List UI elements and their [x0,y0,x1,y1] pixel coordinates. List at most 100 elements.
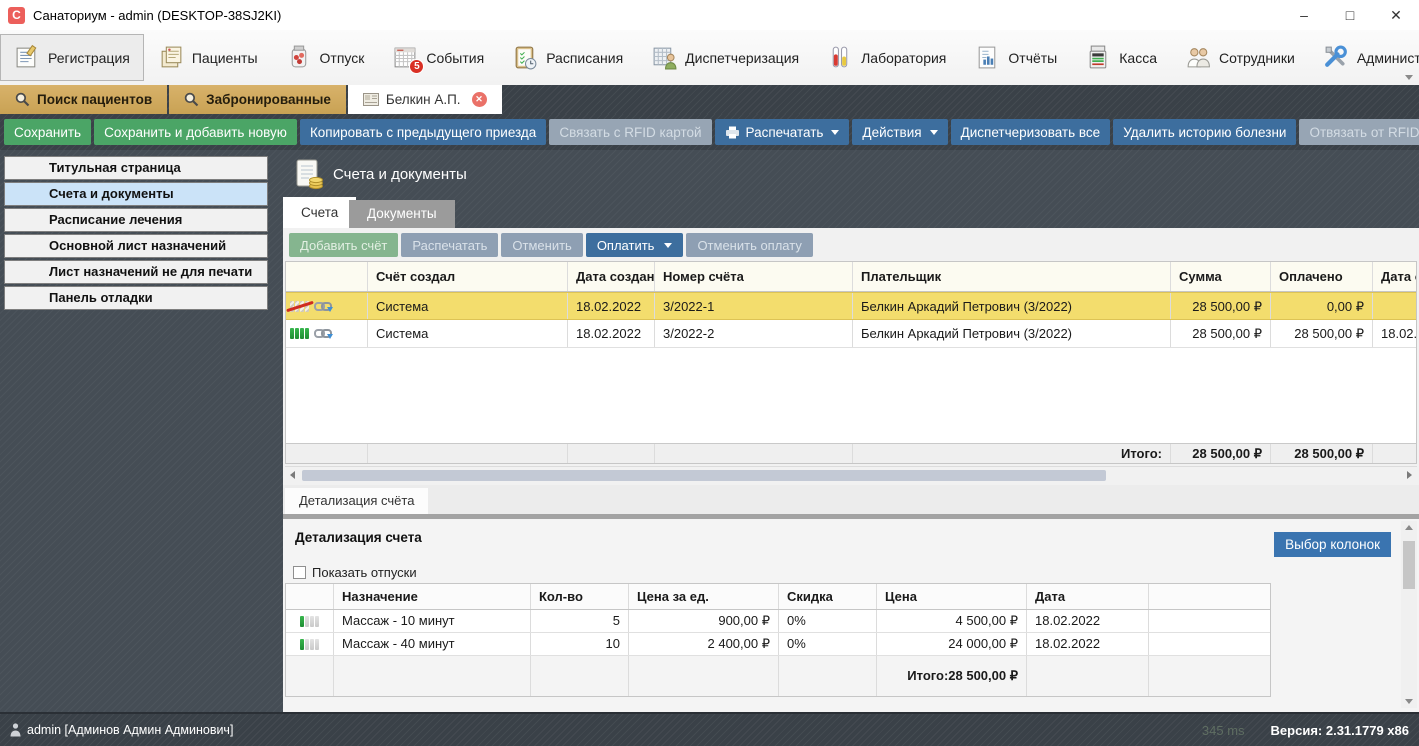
table-row[interactable]: Система 18.02.2022 3/2022-2 Белкин Аркад… [286,320,1416,348]
toolbar-item-patients[interactable]: Пациенты [144,34,272,81]
report-chart-icon [974,44,1001,71]
print-dropdown-button[interactable]: Распечатать [714,119,850,145]
show-vacations-checkbox-row[interactable]: Показать отпуски [293,565,417,580]
version-label: Версия: 2.31.1779 x86 [1270,722,1409,738]
scrollbar-track[interactable] [300,467,1402,483]
button-label: Связать с RFID картой [559,124,702,140]
scroll-up-icon[interactable] [1405,525,1413,530]
patient-card-icon [362,93,379,106]
copy-previous-visit-button[interactable]: Копировать с предыдущего приезда [299,119,547,145]
vertical-scrollbar[interactable] [1401,521,1417,708]
toolbar-item-laboratory[interactable]: Лаборатория [813,34,960,81]
toolbar-item-events[interactable]: 5 События [378,34,498,81]
delete-history-button[interactable]: Удалить историю болезни [1113,119,1297,145]
toolbar-item-vacation[interactable]: Отпуск [272,34,379,81]
cell-price: 4 500,00 ₽ [877,610,1027,632]
tab-patient-belkin[interactable]: Белкин А.П. ✕ [347,85,502,114]
toolbar-item-registration[interactable]: Регистрация [0,34,144,81]
cash-register-icon [1085,44,1112,71]
sidebar-item-title-page[interactable]: Титульная страница [4,156,268,180]
header-created-date[interactable]: Дата создани [568,262,655,291]
unlink-rfid-button: Отвязать от RFID-карты [1299,119,1419,145]
cell-qty: 5 [531,610,629,632]
button-label: Отвязать от RFID-карты [1309,124,1419,140]
events-badge: 5 [409,59,425,74]
sidebar-item-invoices[interactable]: Счета и документы [4,182,268,206]
toolbar-item-label: Регистрация [48,49,130,66]
actions-dropdown-button[interactable]: Действия [852,119,948,145]
cell-paid-date [1373,293,1416,319]
header-paid[interactable]: Оплачено [1271,262,1373,291]
horizontal-scrollbar[interactable] [285,466,1417,483]
cell-date: 18.02.2022 [1027,610,1149,632]
cell-paid: 0,00 ₽ [1271,293,1373,319]
header-number[interactable]: Номер счёта [655,262,853,291]
toolbar-item-dispatch[interactable]: Диспетчеризация [637,34,813,81]
toolbar-item-administration[interactable]: Администрирование [1309,34,1419,81]
button-label: Сохранить и добавить новую [104,124,287,140]
tab-invoice-details[interactable]: Детализация счёта [285,488,429,514]
header-unit-price[interactable]: Цена за ед. [629,584,779,609]
header-status[interactable] [286,262,368,291]
cell-sum: 28 500,00 ₽ [1171,293,1271,319]
minimize-button[interactable]: – [1281,0,1327,30]
cell-discount: 0% [779,633,877,655]
test-tubes-icon [827,44,854,71]
title-bar: C Санаториум - admin (DESKTOP-38SJ2KI) –… [0,0,1419,30]
tab-patient-search[interactable]: Поиск пациентов [0,85,168,114]
checkbox-unchecked-icon[interactable] [293,566,306,579]
detail-row[interactable]: Массаж - 40 минут 10 2 400,00 ₽ 0% 24 00… [286,633,1270,656]
sidebar: Титульная страница Счета и документы Рас… [4,156,268,312]
save-and-add-button[interactable]: Сохранить и добавить новую [94,119,297,145]
toolbar-item-label: Диспетчеризация [685,49,800,66]
header-sum[interactable]: Сумма [1171,262,1271,291]
window-title: Санаториум - admin (DESKTOP-38SJ2KI) [33,7,282,23]
scroll-left-icon[interactable] [290,471,295,479]
cell-unit-price: 900,00 ₽ [629,610,779,632]
sidebar-item-treatment-schedule[interactable]: Расписание лечения [4,208,268,232]
cell-price: 24 000,00 ₽ [877,633,1027,655]
button-label: Отменить [512,237,572,253]
sidebar-item-debug-panel[interactable]: Панель отладки [4,286,268,310]
sidebar-item-main-prescription-sheet[interactable]: Основной лист назначений [4,234,268,258]
toolbar-item-staff[interactable]: Сотрудники [1171,34,1309,81]
toolbar-item-cashbox[interactable]: Касса [1071,34,1171,81]
toolbar-overflow-icon[interactable] [1405,75,1413,80]
cell-unit-price: 2 400,00 ₽ [629,633,779,655]
header-name[interactable]: Назначение [334,584,531,609]
toolbar-item-schedules[interactable]: Расписания [498,34,637,81]
dispatch-all-button[interactable]: Диспетчеризовать все [950,119,1111,145]
header-paid-date[interactable]: Дата о [1373,262,1416,291]
cell-created-by: Система [368,293,568,319]
tab-documents[interactable]: Документы [349,200,455,228]
header-price[interactable]: Цена [877,584,1027,609]
toolbar-item-label: Сотрудники [1218,49,1295,66]
pay-dropdown-button[interactable]: Оплатить [585,233,684,257]
choose-columns-button[interactable]: Выбор колонок [1274,532,1391,557]
tab-booked[interactable]: Забронированные [169,85,346,114]
close-tab-icon[interactable]: ✕ [471,92,487,107]
header-payer[interactable]: Плательщик [853,262,1171,291]
sidebar-item-non-print-sheet[interactable]: Лист назначений не для печати [4,260,268,284]
toolbar-item-reports[interactable]: Отчёты [960,34,1071,81]
header-discount[interactable]: Скидка [779,584,877,609]
scrollbar-thumb[interactable] [302,470,1107,481]
maximize-button[interactable]: □ [1327,0,1373,30]
header-date[interactable]: Дата [1027,584,1149,609]
header-qty[interactable]: Кол-во [531,584,629,609]
header-created-by[interactable]: Счёт создал [368,262,568,291]
close-button[interactable]: ✕ [1373,0,1419,30]
save-button[interactable]: Сохранить [4,119,92,145]
table-row[interactable]: Система 18.02.2022 3/2022-1 Белкин Аркад… [286,292,1416,320]
tab-invoices[interactable]: Счета [283,197,357,228]
patient-tab-bar: Поиск пациентов Забронированные Белкин А… [0,85,1419,114]
tools-icon [1323,44,1350,71]
detail-table: Назначение Кол-во Цена за ед. Скидка Цен… [285,583,1271,697]
status-paid-icon [290,328,309,339]
detail-row[interactable]: Массаж - 10 минут 5 900,00 ₽ 0% 4 500,00… [286,610,1270,633]
cell-discount: 0% [779,610,877,632]
cell-created-date: 18.02.2022 [568,293,655,319]
scrollbar-thumb[interactable] [1403,541,1415,589]
scroll-down-icon[interactable] [1405,699,1413,704]
scroll-right-icon[interactable] [1407,471,1412,479]
